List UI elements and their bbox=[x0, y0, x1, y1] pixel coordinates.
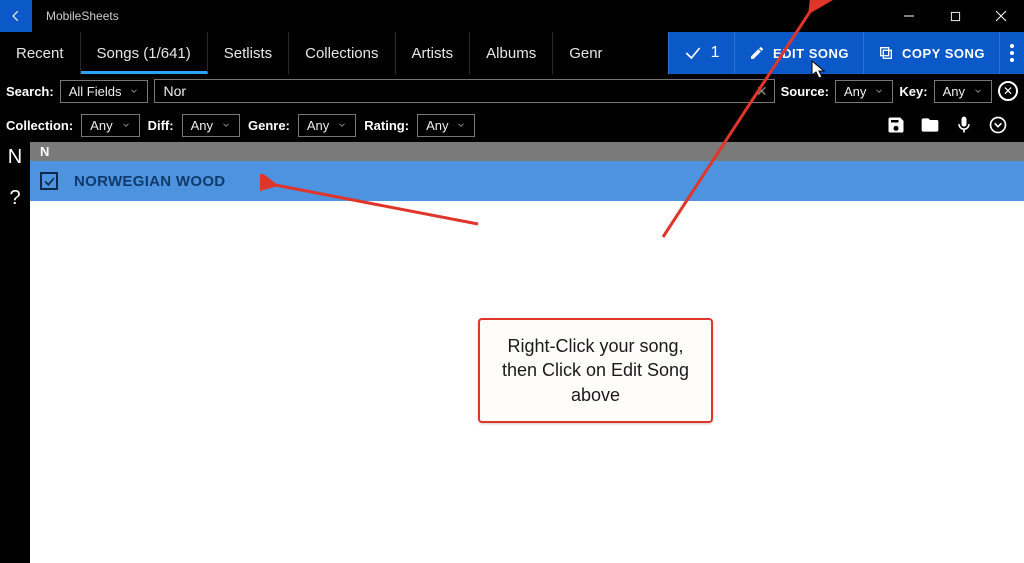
minimize-button[interactable] bbox=[886, 0, 932, 32]
chevron-down-icon bbox=[973, 86, 983, 96]
selection-count-value: 1 bbox=[711, 44, 720, 62]
tab-recent[interactable]: Recent bbox=[0, 32, 81, 74]
filter-row-1: Search: All Fields Nor ✕ Source: Any Key… bbox=[0, 74, 1024, 108]
titlebar: MobileSheets bbox=[0, 0, 1024, 32]
toolbar-icons bbox=[886, 115, 1018, 135]
chevron-down-icon bbox=[456, 120, 466, 130]
az-rail: N ? bbox=[0, 142, 30, 563]
copy-icon bbox=[878, 45, 894, 61]
copy-song-label: COPY SONG bbox=[902, 46, 985, 61]
pencil-icon bbox=[749, 45, 765, 61]
source-label: Source: bbox=[781, 84, 829, 99]
key-label: Key: bbox=[899, 84, 927, 99]
tab-albums[interactable]: Albums bbox=[470, 32, 553, 74]
more-vert-icon bbox=[1010, 44, 1014, 62]
tab-genres[interactable]: Genr bbox=[553, 32, 618, 74]
source-dropdown[interactable]: Any bbox=[835, 80, 893, 103]
diff-dropdown[interactable]: Any bbox=[182, 114, 240, 137]
window-buttons bbox=[886, 0, 1024, 32]
close-button[interactable] bbox=[978, 0, 1024, 32]
content-body: N ? N NORWEGIAN WOOD Right-Click your so bbox=[0, 142, 1024, 563]
edit-song-label: EDIT SONG bbox=[773, 46, 849, 61]
key-value: Any bbox=[943, 84, 965, 99]
mic-icon[interactable] bbox=[954, 115, 974, 135]
app-title: MobileSheets bbox=[46, 9, 886, 23]
search-field-value: All Fields bbox=[69, 84, 122, 99]
genre-value: Any bbox=[307, 118, 329, 133]
genre-dropdown[interactable]: Any bbox=[298, 114, 356, 137]
genre-label: Genre: bbox=[248, 118, 290, 133]
selection-count[interactable]: 1 bbox=[668, 32, 734, 74]
chevron-down-icon bbox=[121, 120, 131, 130]
rating-dropdown[interactable]: Any bbox=[417, 114, 475, 137]
diff-label: Diff: bbox=[148, 118, 174, 133]
source-value: Any bbox=[844, 84, 866, 99]
filter-row-2: Collection: Any Diff: Any Genre: Any Rat… bbox=[0, 108, 1024, 142]
chevron-down-icon bbox=[337, 120, 347, 130]
app-window: MobileSheets Recent Songs (1/641) Setlis… bbox=[0, 0, 1024, 563]
az-help[interactable]: ? bbox=[9, 187, 20, 210]
more-actions-button[interactable] bbox=[999, 32, 1024, 74]
back-button[interactable] bbox=[0, 0, 32, 32]
clear-filters-button[interactable]: ✕ bbox=[998, 81, 1018, 101]
instruction-text: Right-Click your song, then Click on Edi… bbox=[502, 336, 689, 405]
song-list: N NORWEGIAN WOOD Right-Click your song, … bbox=[30, 142, 1024, 563]
list-item[interactable]: NORWEGIAN WOOD bbox=[30, 161, 1024, 201]
song-title: NORWEGIAN WOOD bbox=[74, 173, 225, 190]
chevron-down-icon bbox=[874, 86, 884, 96]
edit-song-button[interactable]: EDIT SONG bbox=[734, 32, 863, 74]
rating-label: Rating: bbox=[364, 118, 409, 133]
maximize-button[interactable] bbox=[932, 0, 978, 32]
save-icon[interactable] bbox=[886, 115, 906, 135]
search-field-dropdown[interactable]: All Fields bbox=[60, 80, 149, 103]
row-checkbox[interactable] bbox=[40, 172, 58, 190]
check-icon bbox=[683, 43, 703, 63]
mouse-cursor-icon bbox=[811, 60, 827, 80]
collection-dropdown[interactable]: Any bbox=[81, 114, 139, 137]
chevron-down-icon bbox=[221, 120, 231, 130]
diff-value: Any bbox=[191, 118, 213, 133]
instruction-callout: Right-Click your song, then Click on Edi… bbox=[478, 318, 713, 423]
search-label: Search: bbox=[6, 84, 54, 99]
rating-value: Any bbox=[426, 118, 448, 133]
tab-setlists[interactable]: Setlists bbox=[208, 32, 289, 74]
clear-search-icon[interactable]: ✕ bbox=[756, 83, 768, 100]
folder-icon[interactable] bbox=[920, 115, 940, 135]
search-input[interactable]: Nor ✕ bbox=[154, 79, 774, 103]
collection-value: Any bbox=[90, 118, 112, 133]
search-input-value: Nor bbox=[163, 83, 186, 99]
copy-song-button[interactable]: COPY SONG bbox=[863, 32, 999, 74]
tab-artists[interactable]: Artists bbox=[396, 32, 471, 74]
tab-songs[interactable]: Songs (1/641) bbox=[81, 32, 208, 74]
expand-icon[interactable] bbox=[988, 115, 1008, 135]
key-dropdown[interactable]: Any bbox=[934, 80, 992, 103]
main-tabs: Recent Songs (1/641) Setlists Collection… bbox=[0, 32, 1024, 74]
chevron-down-icon bbox=[129, 86, 139, 96]
tab-collections[interactable]: Collections bbox=[289, 32, 395, 74]
selection-action-bar: 1 EDIT SONG COPY SONG bbox=[668, 32, 1024, 74]
collection-label: Collection: bbox=[6, 118, 73, 133]
list-group-header: N bbox=[30, 142, 1024, 161]
az-letter[interactable]: N bbox=[8, 146, 22, 169]
